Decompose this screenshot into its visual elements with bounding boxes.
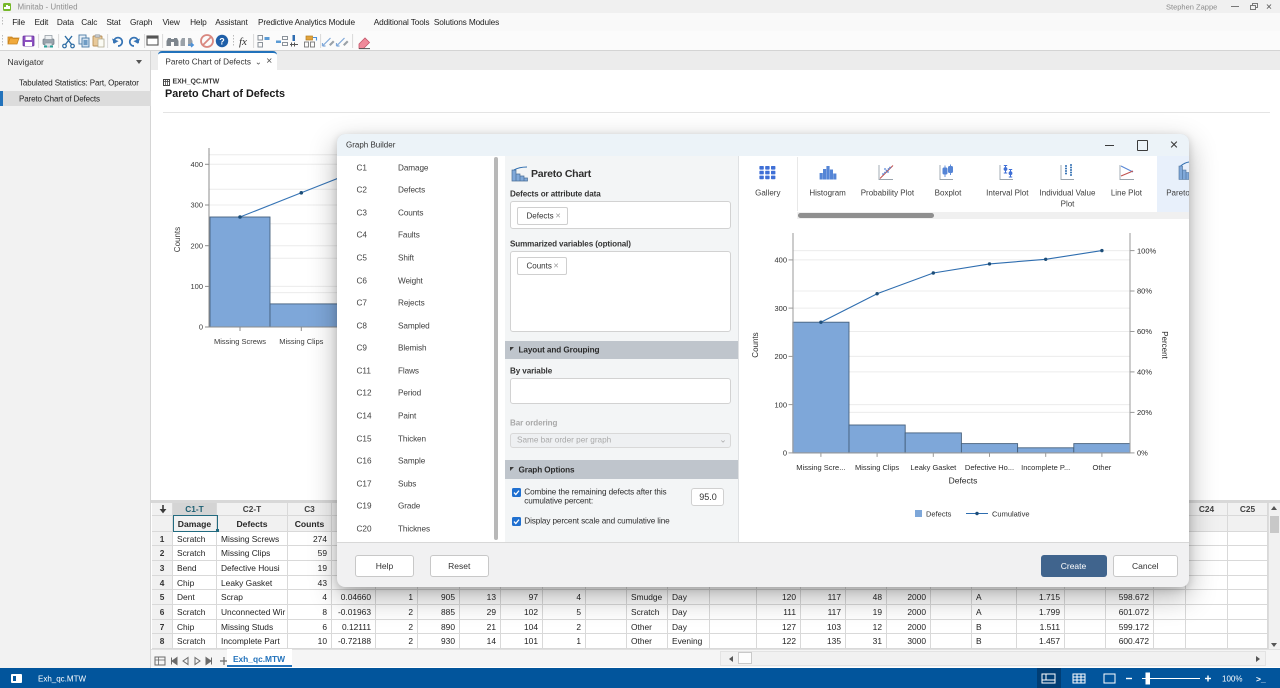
svg-text:80%: 80% — [1137, 287, 1152, 296]
svg-text:100: 100 — [190, 282, 203, 291]
svg-text:Percent: Percent — [1160, 331, 1169, 359]
svg-text:100%: 100% — [1137, 246, 1157, 255]
svg-text:fx: fx — [239, 36, 247, 48]
svg-text:Missing Screws: Missing Screws — [214, 337, 266, 346]
svg-text:Defective Ho...: Defective Ho... — [965, 463, 1014, 472]
svg-text:100: 100 — [774, 400, 787, 409]
svg-text:400: 400 — [774, 256, 787, 265]
svg-text:Counts: Counts — [173, 227, 182, 252]
svg-text:200: 200 — [774, 352, 787, 361]
svg-text:60%: 60% — [1137, 327, 1152, 336]
svg-text:Missing Clips: Missing Clips — [855, 463, 899, 472]
svg-text:Counts: Counts — [751, 332, 760, 357]
svg-text:0: 0 — [199, 323, 203, 332]
svg-text:0: 0 — [783, 449, 787, 458]
svg-text:400: 400 — [190, 160, 203, 169]
svg-text:Incomplete P...: Incomplete P... — [1021, 463, 1070, 472]
svg-text:Defects: Defects — [926, 509, 952, 518]
svg-text:300: 300 — [190, 201, 203, 210]
svg-text:Cumulative: Cumulative — [992, 509, 1030, 518]
svg-text:20%: 20% — [1137, 408, 1152, 417]
svg-text:200: 200 — [190, 241, 203, 250]
svg-text:300: 300 — [774, 304, 787, 313]
svg-text:40%: 40% — [1137, 368, 1152, 377]
svg-text:?: ? — [219, 36, 225, 46]
svg-text:Missing Clips: Missing Clips — [279, 337, 323, 346]
svg-text:0%: 0% — [1137, 449, 1148, 458]
svg-text:Defects: Defects — [949, 476, 978, 486]
svg-text:Other: Other — [1093, 463, 1112, 472]
svg-text:Leaky Gasket: Leaky Gasket — [910, 463, 957, 472]
svg-text:Missing Scre...: Missing Scre... — [796, 463, 845, 472]
